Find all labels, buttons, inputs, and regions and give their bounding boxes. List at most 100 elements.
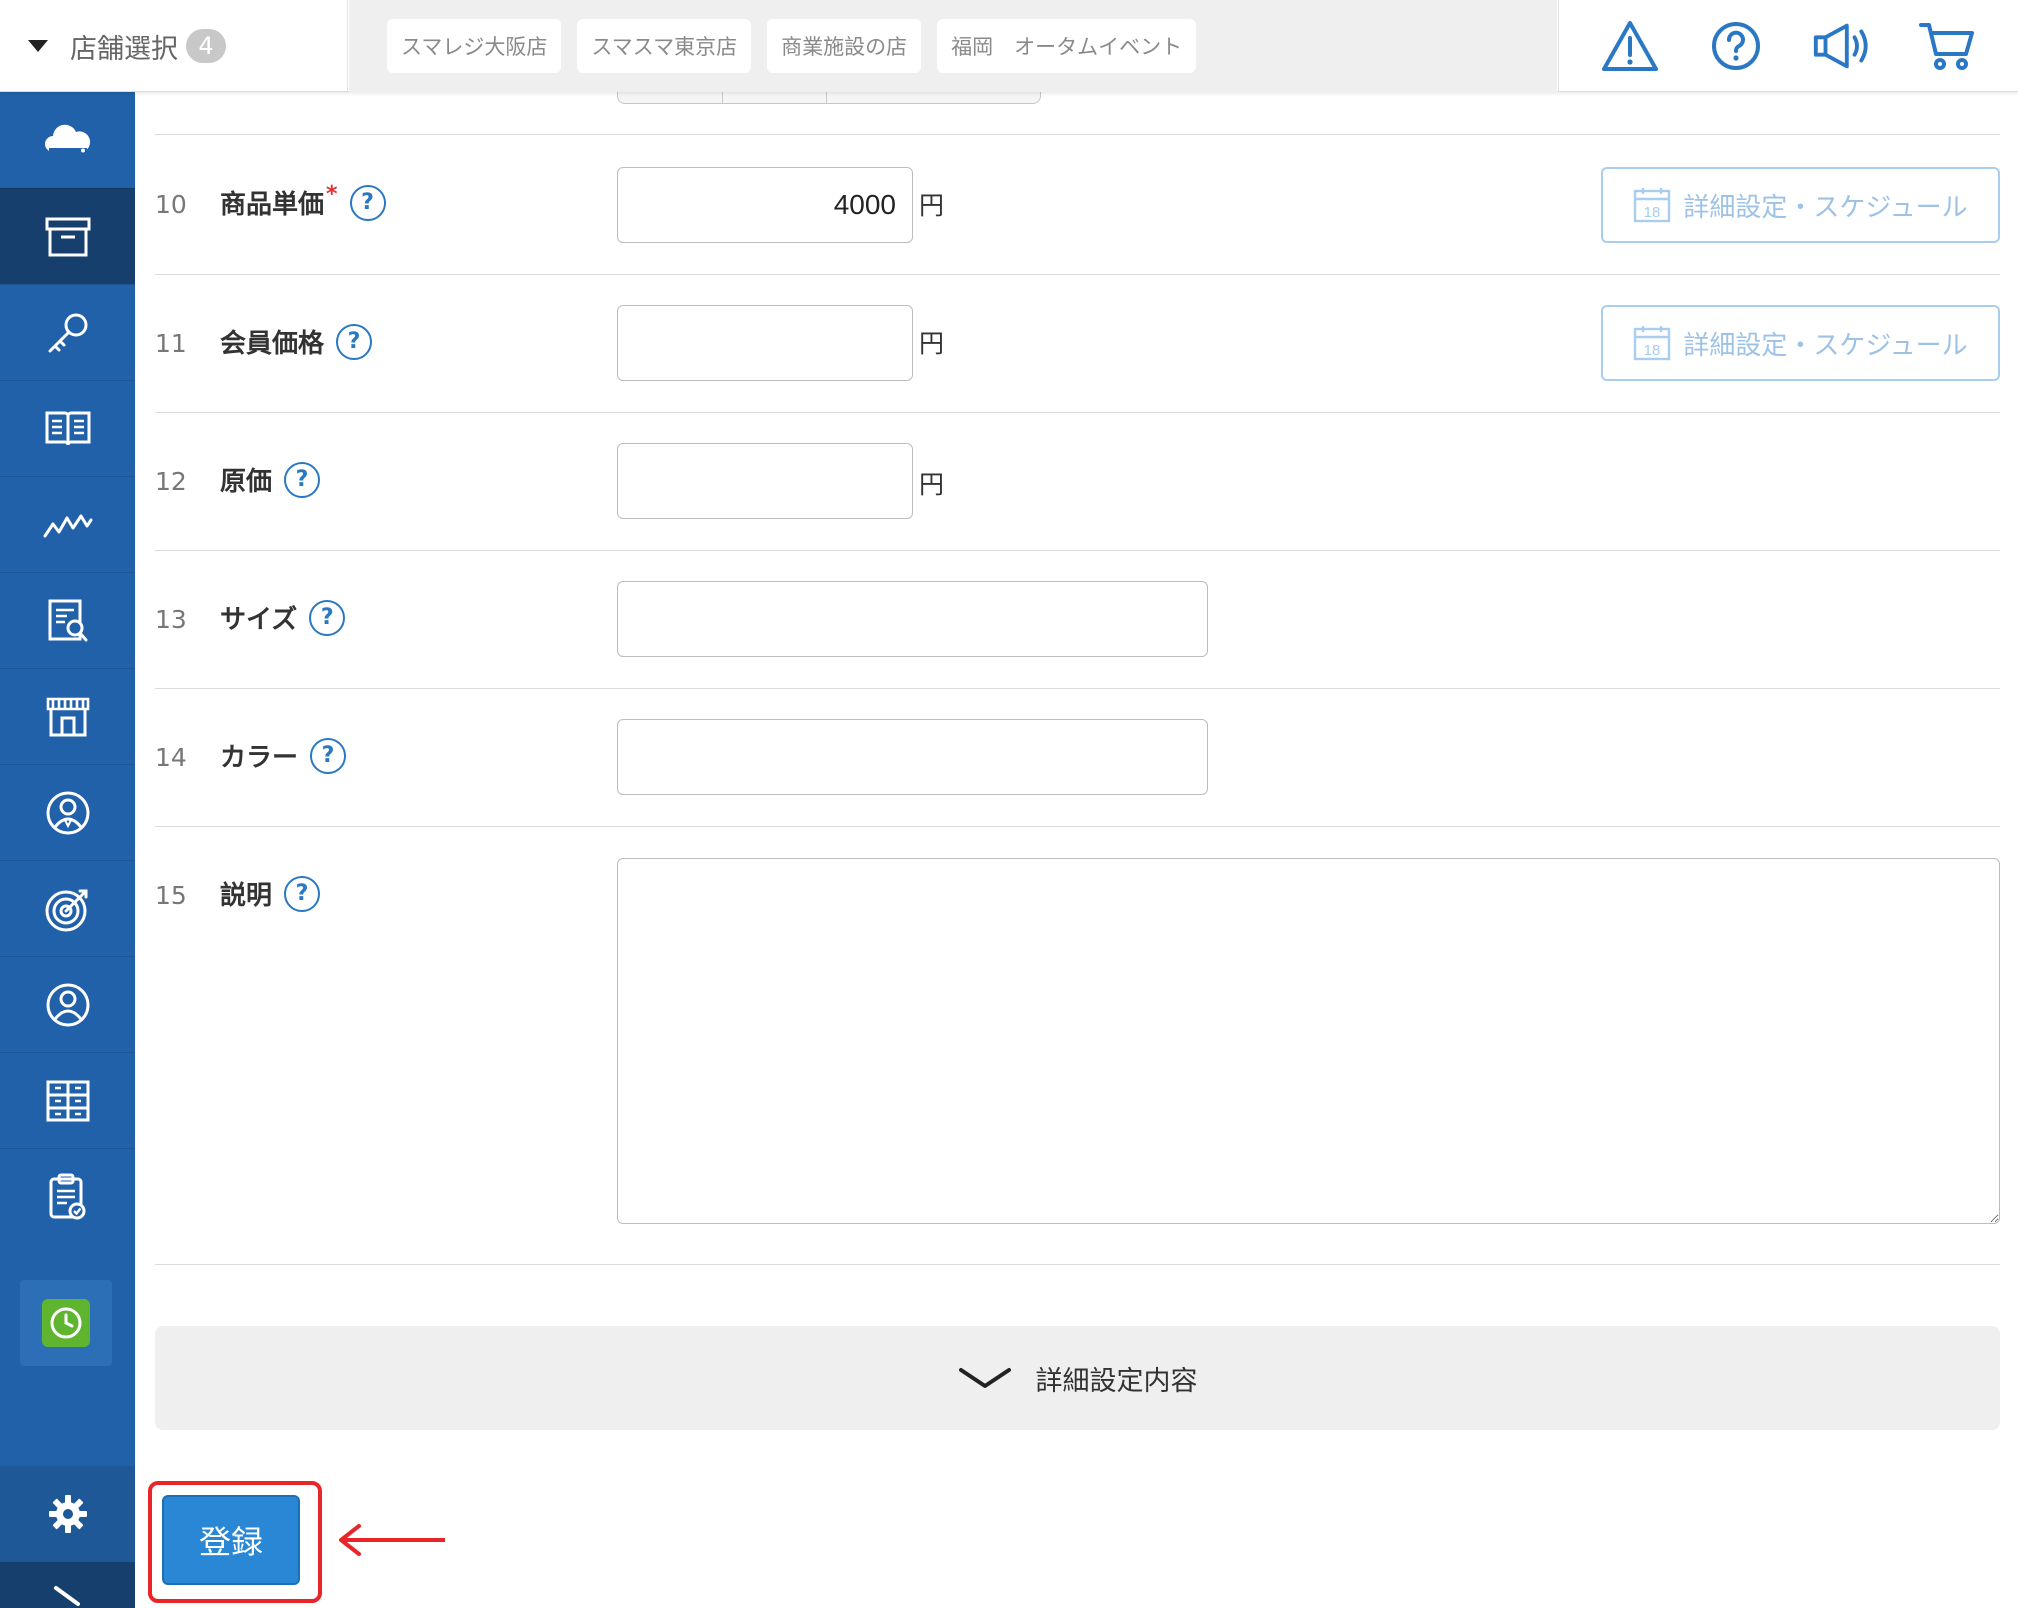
yen-unit: 円 <box>919 329 945 358</box>
row-divider <box>155 412 2000 413</box>
field-label-description: 説明 ? <box>220 875 321 912</box>
sidebar-item-customers[interactable] <box>0 956 135 1052</box>
sidebar-item-timecard[interactable] <box>20 1280 112 1366</box>
cost-input[interactable] <box>617 443 913 519</box>
label-text: 商品単価 <box>220 190 325 220</box>
sidebar-item-staff[interactable] <box>0 764 135 860</box>
clock-icon <box>50 1307 82 1339</box>
field-label-cost: 原価 ? <box>220 461 321 498</box>
row-number: 15 <box>155 881 187 910</box>
megaphone-icon[interactable] <box>1810 15 1872 77</box>
product-form: 10 商品単価 * ? 円 18 詳細設定・スケジュール 11 会員価格 ? 円… <box>135 92 2018 1608</box>
sidebar-item-stores[interactable] <box>0 668 135 764</box>
sidebar-item-target[interactable] <box>0 860 135 956</box>
row-divider <box>155 550 2000 551</box>
calendar-day: 18 <box>1644 342 1661 359</box>
row-number: 13 <box>155 605 187 634</box>
sidebar-item-settings[interactable] <box>0 1466 135 1562</box>
detail-settings-toggle[interactable]: 詳細設定内容 <box>155 1326 2000 1430</box>
label-text: カラー <box>220 743 299 773</box>
row-divider <box>155 274 2000 275</box>
sidebar-item-orders[interactable] <box>0 1148 135 1244</box>
book-icon <box>45 411 90 445</box>
label-text: 説明 <box>220 881 273 911</box>
line-chart-icon <box>43 514 92 537</box>
row-divider <box>155 1264 2000 1265</box>
key-icon <box>48 313 87 352</box>
required-mark: * <box>326 182 338 207</box>
store-tab[interactable]: 商業施設の店 <box>767 19 922 73</box>
sidebar-item-analytics[interactable] <box>0 476 135 572</box>
archive-box-icon <box>45 217 90 256</box>
sidebar-item-key[interactable] <box>0 284 135 380</box>
store-count-badge: 4 <box>186 29 226 63</box>
label-text: サイズ <box>220 605 298 635</box>
sidebar-item-book[interactable] <box>0 380 135 476</box>
field-label-member-price: 会員価格 ? <box>220 323 373 360</box>
row-divider <box>155 688 2000 689</box>
help-icon[interactable]: ? <box>284 875 321 912</box>
schedule-label: 詳細設定・スケジュール <box>1683 192 1968 223</box>
field-label-color: カラー ? <box>220 737 347 774</box>
report-search-icon <box>48 599 87 641</box>
help-circle-icon[interactable] <box>1705 15 1767 77</box>
size-input[interactable] <box>617 581 1208 657</box>
field-label-unit-price: 商品単価 * ? <box>220 182 386 221</box>
clipboard-check-icon <box>49 1173 85 1219</box>
help-icon[interactable]: ? <box>309 599 346 636</box>
help-icon[interactable]: ? <box>310 737 347 774</box>
store-select-dropdown[interactable]: 店舗選択 4 <box>0 0 348 92</box>
calendar-day: 18 <box>1644 204 1661 221</box>
help-icon[interactable]: ? <box>349 184 386 221</box>
cloud-icon <box>44 124 90 153</box>
help-icon[interactable]: ? <box>336 323 373 360</box>
unit-price-input[interactable] <box>617 167 913 243</box>
field-label-size: サイズ ? <box>220 599 346 636</box>
schedule-label: 詳細設定・スケジュール <box>1683 330 1968 361</box>
store-tab[interactable]: スマレジ大阪店 <box>387 19 562 73</box>
top-bar: 店舗選択 4 スマレジ大阪店 スマスマ東京店 商業施設の店 福岡 オータムイベン… <box>0 0 2018 92</box>
store-tabs: スマレジ大阪店 スマスマ東京店 商業施設の店 福岡 オータムイベント <box>349 0 1557 92</box>
chevron-down-icon <box>958 1368 1011 1388</box>
help-icon[interactable]: ? <box>284 461 321 498</box>
sidebar-expand-toggle[interactable] <box>0 1562 135 1608</box>
store-tab[interactable]: 福岡 オータムイベント <box>937 19 1197 73</box>
partial-segmented-control <box>617 92 1041 104</box>
register-button[interactable]: 登録 <box>162 1495 300 1585</box>
warning-icon[interactable] <box>1599 15 1661 77</box>
member-price-schedule-button[interactable]: 18 詳細設定・スケジュール <box>1601 305 2000 381</box>
description-textarea[interactable] <box>617 858 2000 1224</box>
timecard-tile <box>42 1299 90 1347</box>
staff-person-icon <box>46 791 89 834</box>
sidebar <box>0 92 135 1608</box>
member-price-input[interactable] <box>617 305 913 381</box>
caret-down-icon <box>28 40 48 52</box>
row-number: 14 <box>155 743 187 772</box>
sidebar-item-cloud[interactable] <box>0 92 135 188</box>
row-number: 11 <box>155 329 187 358</box>
color-input[interactable] <box>617 719 1208 795</box>
detail-settings-label: 詳細設定内容 <box>1035 1365 1198 1397</box>
unit-price-schedule-button[interactable]: 18 詳細設定・スケジュール <box>1601 167 2000 243</box>
sidebar-item-products[interactable] <box>0 188 135 284</box>
sidebar-item-reports[interactable] <box>0 572 135 668</box>
store-tab[interactable]: スマスマ東京店 <box>577 19 752 73</box>
calendar-icon: 18 <box>1634 188 1671 223</box>
storefront-icon <box>46 697 89 736</box>
gear-icon <box>48 1495 87 1533</box>
top-icons <box>1558 0 2018 92</box>
row-number: 12 <box>155 467 187 496</box>
yen-unit: 円 <box>919 191 945 220</box>
row-divider <box>155 826 2000 827</box>
row-number: 10 <box>155 190 187 219</box>
annotation-arrow-icon <box>339 1524 445 1556</box>
yen-unit: 円 <box>919 470 945 499</box>
row-divider <box>155 134 2000 135</box>
target-icon <box>45 889 87 931</box>
store-select-label: 店舗選択 <box>70 33 178 65</box>
shelf-boxes-icon <box>46 1080 89 1121</box>
label-text: 原価 <box>220 467 273 497</box>
cart-icon[interactable] <box>1916 15 1978 77</box>
label-text: 会員価格 <box>220 329 325 359</box>
sidebar-item-inventory[interactable] <box>0 1052 135 1148</box>
